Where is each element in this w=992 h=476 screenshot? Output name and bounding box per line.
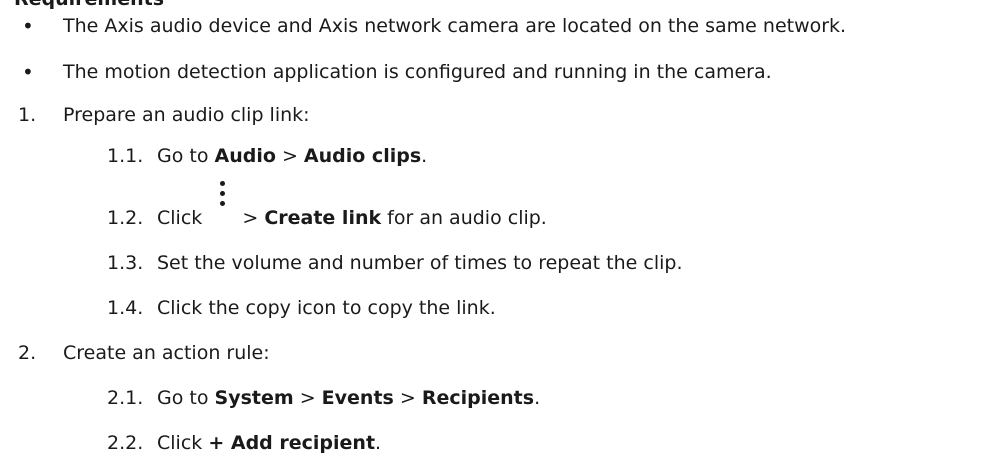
- substep-text: Click > Create link for an audio clip.: [157, 181, 547, 231]
- step-number: 1.: [18, 104, 37, 126]
- step-text: Create an action rule:: [63, 342, 270, 364]
- menu-events: Events: [321, 387, 394, 409]
- menu-audio: Audio: [214, 145, 276, 167]
- substep-number: 1.1.: [107, 145, 144, 167]
- substep-number: 1.4.: [107, 297, 144, 319]
- section-heading-partial: Requirements: [14, 0, 164, 10]
- add-recipient-label: + Add recipient: [208, 432, 376, 454]
- substep-number: 2.1.: [107, 387, 144, 409]
- bullet-text: The motion detection application is conf…: [63, 61, 772, 83]
- menu-create-link: Create link: [264, 207, 382, 229]
- bullet-dot: •: [22, 60, 34, 84]
- substep-text: Go to Audio > Audio clips.: [157, 145, 428, 167]
- bullet-text: The Axis audio device and Axis network c…: [63, 15, 847, 37]
- menu-system: System: [214, 387, 294, 409]
- more-vertical-icon: [208, 181, 236, 231]
- step-text: Prepare an audio clip link:: [63, 104, 310, 126]
- substep-text: Click the copy icon to copy the link.: [157, 297, 496, 319]
- substep-number: 1.2.: [107, 207, 144, 229]
- step-number: 2.: [18, 342, 37, 364]
- substep-text: Set the volume and number of times to re…: [157, 252, 683, 274]
- substep-text: Go to System > Events > Recipients.: [157, 387, 541, 409]
- substep-number: 1.3.: [107, 252, 144, 274]
- substep-number: 2.2.: [107, 432, 144, 454]
- menu-recipients: Recipients: [421, 387, 535, 409]
- bullet-dot: •: [22, 14, 34, 38]
- menu-audio-clips: Audio clips: [303, 145, 422, 167]
- substep-text: Click + Add recipient.: [157, 432, 382, 454]
